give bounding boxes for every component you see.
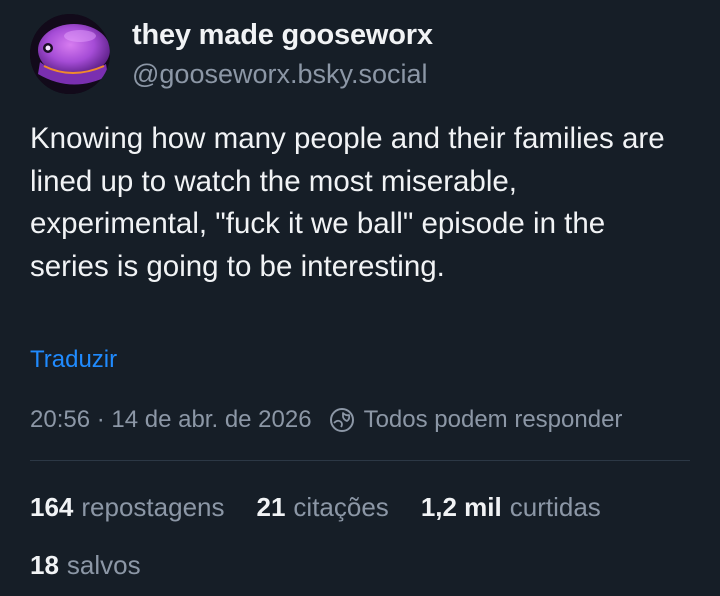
post-meta: 20:56 · 14 de abr. de 2026 Todos podem r… [30, 403, 622, 437]
likes-label: curtidas [509, 492, 601, 522]
engagement-stats-row-2: 18 salvos [30, 547, 173, 583]
saves-count: 18 [30, 550, 59, 580]
post-text: Knowing how many people and their famili… [30, 122, 665, 283]
engagement-stats: 164 repostagens 21 citações 1,2 mil curtida… [30, 489, 633, 525]
quotes-count: 21 [256, 492, 286, 522]
post-thread-item: they made gooseworx @gooseworx.bsky.soci… [0, 0, 720, 596]
saves-stat[interactable]: 18 salvos [30, 547, 141, 583]
post-timestamp[interactable]: 20:56 · 14 de abr. de 2026 [30, 403, 312, 437]
reply-setting[interactable]: Todos podem responder [364, 403, 623, 437]
saves-label: salvos [66, 550, 141, 580]
author-block[interactable]: they made gooseworx @gooseworx.bsky.soci… [132, 16, 433, 92]
globe-icon [328, 406, 356, 434]
likes-count: 1,2 mil [420, 492, 502, 522]
purple-creature-avatar-icon [30, 14, 110, 94]
quotes-stat[interactable]: 21 citações [257, 489, 389, 525]
reposts-label: repostagens [81, 492, 225, 522]
avatar[interactable] [30, 14, 110, 94]
translate-link[interactable]: Traduzir [30, 344, 117, 376]
divider [30, 460, 690, 461]
author-display-name[interactable]: they made gooseworx [132, 16, 433, 54]
reposts-count: 164 [30, 492, 74, 522]
likes-stat[interactable]: 1,2 mil curtidas [421, 489, 601, 525]
quotes-label: citações [293, 492, 389, 522]
reposts-stat[interactable]: 164 repostagens [30, 489, 225, 525]
author-handle[interactable]: @gooseworx.bsky.social [132, 56, 433, 92]
